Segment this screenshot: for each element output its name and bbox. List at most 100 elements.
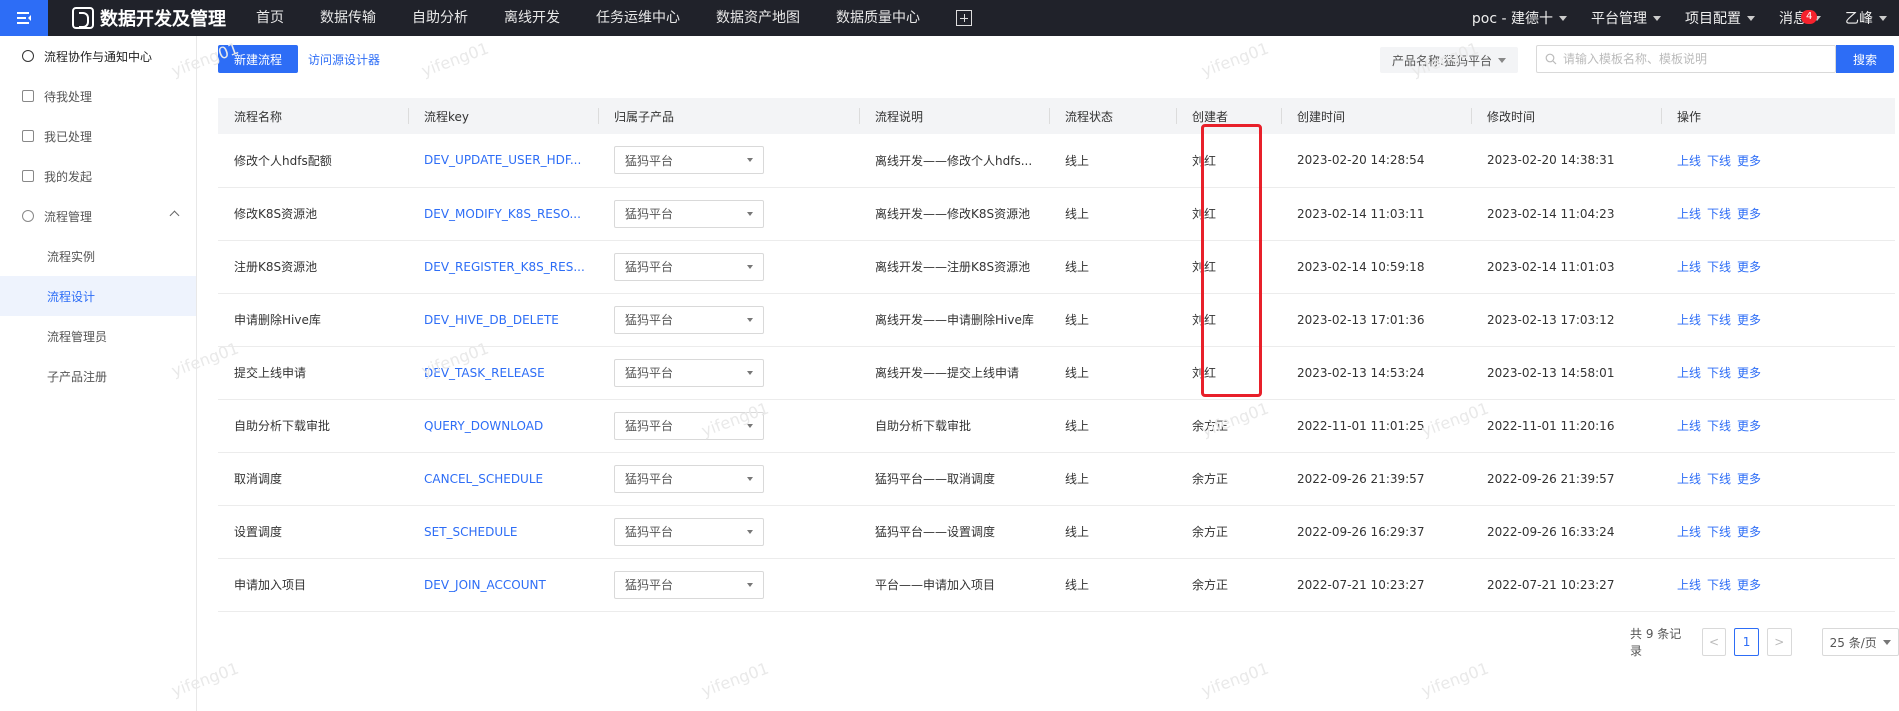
product-select[interactable]: 猛犸平台 — [614, 358, 764, 387]
table-row: 提交上线申请 DEV_TASK_RELEASE 猛犸平台 离线开发——提交上线申请 线上… — [218, 346, 1895, 399]
cell-status: 线上 — [1065, 578, 1090, 592]
online-link[interactable]: 上线 — [1677, 419, 1701, 433]
cell-key[interactable]: CANCEL_SCHEDULE — [408, 452, 598, 505]
product-select[interactable]: 猛犸平台 — [614, 305, 764, 334]
offline-link[interactable]: 下线 — [1707, 313, 1731, 327]
brand[interactable]: 数据开发及管理 — [72, 5, 226, 31]
cell-name: 注册K8S资源池 — [234, 260, 318, 274]
pagination: 共 9 条记录 < 1 > 25 条/页 — [1630, 627, 1899, 658]
cell-key[interactable]: SET_SCHEDULE — [408, 505, 598, 558]
cell-status: 线上 — [1065, 419, 1090, 433]
cell-key[interactable]: DEV_REGISTER_K8S_RES... — [408, 240, 598, 293]
product-select[interactable]: 猛犸平台 — [614, 570, 764, 599]
nav-item-offline-dev[interactable]: 离线开发 — [486, 0, 578, 36]
sidebar-item-flow-management[interactable]: 流程管理 — [0, 196, 196, 236]
cell-product: 猛犸平台 — [598, 346, 859, 399]
cell-name: 申请删除Hive库 — [234, 313, 321, 327]
product-select[interactable]: 猛犸平台 — [614, 411, 764, 440]
nav-item-asset-map[interactable]: 数据资产地图 — [698, 0, 818, 36]
cell-key[interactable]: DEV_UPDATE_USER_HDF... — [408, 134, 598, 187]
column-header-ops: 操作 — [1661, 98, 1895, 134]
page-button-current[interactable]: 1 — [1734, 628, 1759, 656]
online-link[interactable]: 上线 — [1677, 472, 1701, 486]
online-link[interactable]: 上线 — [1677, 366, 1701, 380]
cell-key[interactable]: DEV_JOIN_ACCOUNT — [408, 558, 598, 611]
cell-key[interactable]: DEV_HIVE_DB_DELETE — [408, 293, 598, 346]
cell-status: 线上 — [1065, 366, 1090, 380]
offline-link[interactable]: 下线 — [1707, 578, 1731, 592]
offline-link[interactable]: 下线 — [1707, 207, 1731, 221]
sidebar-item-flow-admin[interactable]: 流程管理员 — [0, 316, 196, 356]
offline-link[interactable]: 下线 — [1707, 419, 1731, 433]
next-page-button[interactable]: > — [1766, 628, 1792, 656]
messages-menu[interactable]: 消息 4 — [1767, 8, 1833, 28]
nav-item-task-ops[interactable]: 任务运维中心 — [578, 0, 698, 36]
chevron-down-icon — [1498, 57, 1507, 63]
prev-page-button[interactable]: < — [1701, 628, 1727, 656]
sidebar-item-flow-design[interactable]: 流程设计 — [0, 276, 196, 316]
product-filter-select[interactable]: 产品名称:猛犸平台 — [1380, 47, 1518, 73]
product-select[interactable]: 猛犸平台 — [614, 517, 764, 546]
cell-desc: 离线开发——申请删除Hive库 — [875, 313, 1034, 327]
online-link[interactable]: 上线 — [1677, 154, 1701, 168]
cell-status: 线上 — [1065, 153, 1090, 168]
more-link[interactable]: 更多 — [1737, 472, 1761, 486]
online-link[interactable]: 上线 — [1677, 313, 1701, 327]
offline-link[interactable]: 下线 — [1707, 260, 1731, 274]
more-link[interactable]: 更多 — [1737, 207, 1761, 221]
cell-status: 线上 — [1065, 472, 1090, 486]
sidebar-header[interactable]: 流程协作与通知中心 — [0, 36, 196, 76]
cell-key[interactable]: DEV_MODIFY_K8S_RESO... — [408, 187, 598, 240]
cell-name: 提交上线申请 — [234, 366, 307, 380]
column-header-created: 创建时间 — [1281, 98, 1471, 134]
sidebar-item-label: 我已处理 — [44, 129, 93, 144]
search-input[interactable] — [1563, 52, 1823, 66]
product-select[interactable]: 猛犸平台 — [614, 464, 764, 493]
sidebar-item-initiated[interactable]: 我的发起 — [0, 156, 196, 196]
more-link[interactable]: 更多 — [1737, 154, 1761, 168]
add-tab-icon[interactable] — [956, 10, 972, 26]
product-select[interactable]: 猛犸平台 — [614, 252, 764, 281]
offline-link[interactable]: 下线 — [1707, 366, 1731, 380]
cell-created: 2023-02-14 11:03:11 — [1297, 206, 1425, 221]
offline-link[interactable]: 下线 — [1707, 154, 1731, 168]
more-link[interactable]: 更多 — [1737, 313, 1761, 327]
online-link[interactable]: 上线 — [1677, 207, 1701, 221]
project-switcher[interactable]: poc - 建德十 — [1460, 8, 1579, 28]
platform-menu[interactable]: 平台管理 — [1579, 8, 1673, 28]
column-header-modified: 修改时间 — [1471, 98, 1661, 134]
menu-toggle-icon[interactable] — [0, 0, 48, 36]
visit-designer-link[interactable]: 访问源设计器 — [308, 51, 380, 68]
online-link[interactable]: 上线 — [1677, 525, 1701, 539]
cell-key[interactable]: QUERY_DOWNLOAD — [408, 399, 598, 452]
offline-link[interactable]: 下线 — [1707, 525, 1731, 539]
product-select[interactable]: 猛犸平台 — [614, 146, 764, 175]
chevron-down-icon — [747, 211, 753, 216]
more-link[interactable]: 更多 — [1737, 366, 1761, 380]
page-size-select[interactable]: 25 条/页 — [1821, 628, 1899, 656]
more-link[interactable]: 更多 — [1737, 525, 1761, 539]
search-button[interactable]: 搜索 — [1836, 45, 1894, 73]
nav-item-data-quality[interactable]: 数据质量中心 — [818, 0, 938, 36]
online-link[interactable]: 上线 — [1677, 260, 1701, 274]
nav-item-data-transfer[interactable]: 数据传输 — [302, 0, 394, 36]
offline-link[interactable]: 下线 — [1707, 472, 1731, 486]
sidebar-item-flow-instance[interactable]: 流程实例 — [0, 236, 196, 276]
project-config-menu[interactable]: 项目配置 — [1673, 8, 1767, 28]
chevron-down-icon — [1879, 15, 1887, 21]
cell-created: 2022-09-26 21:39:57 — [1297, 471, 1425, 486]
new-flow-button[interactable]: 新建流程 — [218, 45, 298, 73]
sidebar-item-processed[interactable]: 我已处理 — [0, 116, 196, 156]
more-link[interactable]: 更多 — [1737, 260, 1761, 274]
product-select[interactable]: 猛犸平台 — [614, 199, 764, 228]
sidebar-item-subproduct-register[interactable]: 子产品注册 — [0, 356, 196, 396]
user-menu[interactable]: 乙峰 — [1833, 8, 1899, 28]
nav-item-home[interactable]: 首页 — [238, 0, 302, 36]
more-link[interactable]: 更多 — [1737, 419, 1761, 433]
nav-item-self-analysis[interactable]: 自助分析 — [394, 0, 486, 36]
search-box[interactable] — [1536, 45, 1836, 73]
sidebar-item-pending[interactable]: 待我处理 — [0, 76, 196, 116]
online-link[interactable]: 上线 — [1677, 578, 1701, 592]
cell-key[interactable]: DEV_TASK_RELEASE — [408, 346, 598, 399]
more-link[interactable]: 更多 — [1737, 578, 1761, 592]
